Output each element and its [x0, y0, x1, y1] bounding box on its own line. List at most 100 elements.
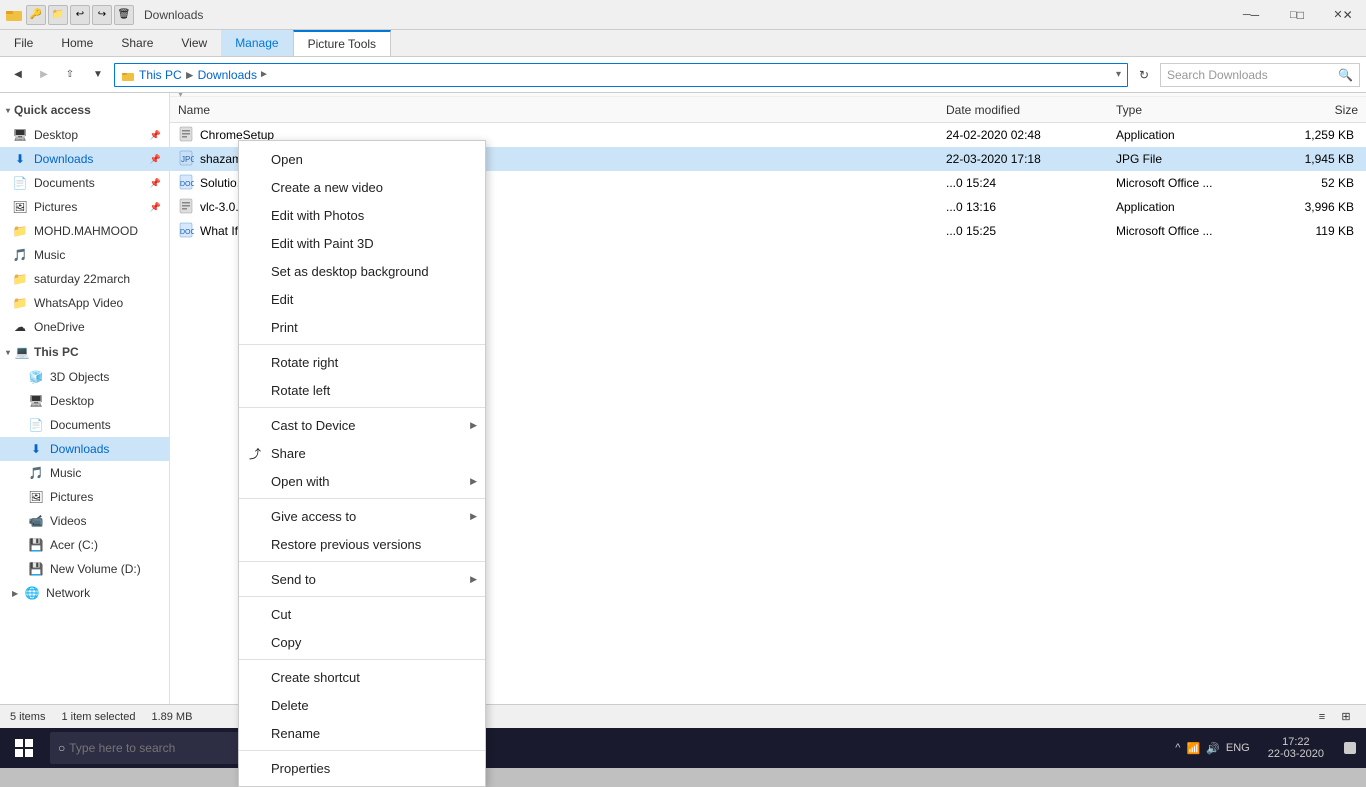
file-icon-shazam: JPG: [178, 150, 194, 169]
sidebar-item-whatsapp[interactable]: 📁 WhatsApp Video: [0, 291, 169, 315]
back-button[interactable]: ◀: [6, 63, 30, 87]
volume-icon[interactable]: 🔊: [1206, 742, 1220, 755]
cm-cut[interactable]: Cut: [239, 600, 485, 628]
minimize-button[interactable]: ─: [1228, 0, 1274, 30]
col-header-size[interactable]: Size: [1272, 103, 1362, 117]
taskbar-search[interactable]: ○ 🎤: [50, 732, 270, 764]
drive-d-icon: 💾: [28, 561, 44, 577]
refresh-button[interactable]: ↻: [1132, 63, 1156, 87]
sidebar-item-music2[interactable]: 🎵 Music: [0, 461, 169, 485]
sidebar-item-mohd[interactable]: 📁 MOHD.MAHMOOD: [0, 219, 169, 243]
sidebar-item-documents2[interactable]: 📄 Documents: [0, 413, 169, 437]
cm-rotate-left[interactable]: Rotate left: [239, 376, 485, 404]
tab-picture-tools[interactable]: Picture Tools: [293, 30, 391, 56]
sidebar-item-acerc[interactable]: 💾 Acer (C:): [0, 533, 169, 557]
sidebar-item-3dobjects[interactable]: 🧊 3D Objects: [0, 365, 169, 389]
sidebar-item-music[interactable]: 🎵 Music: [0, 243, 169, 267]
cm-open[interactable]: Open: [239, 145, 485, 173]
cm-copy[interactable]: Copy: [239, 628, 485, 656]
breadcrumb-thispc[interactable]: This PC: [139, 68, 182, 82]
recent-locations-button[interactable]: ▼: [86, 63, 110, 87]
nav-buttons: ◀ ▶ ⇧ ▼: [6, 63, 110, 87]
address-box[interactable]: This PC ► Downloads ► ▾: [114, 63, 1128, 87]
network-status-icon[interactable]: 📶: [1186, 742, 1200, 755]
col-header-type[interactable]: Type: [1112, 103, 1272, 117]
redo-btn[interactable]: ↪: [92, 5, 112, 25]
tab-file[interactable]: File: [0, 30, 47, 56]
sidebar-item-documents[interactable]: 📄 Documents 📌: [0, 171, 169, 195]
sidebar-item-network[interactable]: ▶ 🌐 Network: [0, 581, 169, 605]
sidebar-section-thispc[interactable]: ▾ 💻 This PC: [0, 339, 169, 365]
delete-btn[interactable]: 🗑: [114, 5, 134, 25]
tab-view[interactable]: View: [167, 30, 221, 56]
file-icon-chrome: [178, 126, 194, 145]
cm-give-access[interactable]: Give access to: [239, 502, 485, 530]
tab-manage[interactable]: Manage: [221, 30, 292, 56]
up-button[interactable]: ⇧: [58, 63, 82, 87]
notification-button[interactable]: [1334, 728, 1366, 768]
cm-print[interactable]: Print: [239, 313, 485, 341]
cm-edit[interactable]: Edit: [239, 285, 485, 313]
pin-icon: 📌: [150, 130, 161, 141]
cm-restore-versions[interactable]: Restore previous versions: [239, 530, 485, 558]
cm-open-with[interactable]: Open with: [239, 467, 485, 495]
tab-home[interactable]: Home: [47, 30, 107, 56]
cm-edit-paint3d[interactable]: Edit with Paint 3D: [239, 229, 485, 257]
start-button[interactable]: [0, 728, 48, 768]
address-dropdown[interactable]: ▾: [1116, 69, 1121, 80]
sidebar-section-quickaccess[interactable]: ▾ Quick access: [0, 97, 169, 123]
sidebar-item-desktop[interactable]: 🖥 Desktop 📌: [0, 123, 169, 147]
quick-access-toolbar: 🔑 📁 ↩ ↪ 🗑: [26, 5, 134, 25]
cm-properties[interactable]: Properties: [239, 754, 485, 782]
taskbar-search-input[interactable]: [69, 741, 239, 755]
path-dropdown[interactable]: ►: [259, 69, 269, 80]
cm-delete[interactable]: Delete: [239, 691, 485, 719]
col-header-name[interactable]: Name: [174, 103, 942, 117]
tab-share[interactable]: Share: [107, 30, 167, 56]
sidebar-item-desktop2[interactable]: 🖥 Desktop: [0, 389, 169, 413]
search-placeholder: Search Downloads: [1167, 68, 1268, 82]
cm-create-shortcut[interactable]: Create shortcut: [239, 663, 485, 691]
new-folder-btn[interactable]: 📁: [48, 5, 68, 25]
cm-cast-to-device[interactable]: Cast to Device: [239, 411, 485, 439]
search-icon[interactable]: 🔍: [1338, 68, 1353, 82]
window-title: Downloads: [144, 8, 1228, 22]
sidebar-item-videos[interactable]: 📹 Videos: [0, 509, 169, 533]
cm-create-video[interactable]: Create a new video: [239, 173, 485, 201]
cm-set-desktop-bg[interactable]: Set as desktop background: [239, 257, 485, 285]
pin-icon-doc: 📌: [150, 178, 161, 189]
breadcrumb-downloads[interactable]: Downloads: [198, 68, 257, 82]
quick-access-label: Quick access: [14, 103, 91, 117]
search-box[interactable]: Search Downloads 🔍: [1160, 63, 1360, 87]
cm-send-to[interactable]: Send to: [239, 565, 485, 593]
clock-date: 22-03-2020: [1268, 748, 1324, 760]
sidebar-item-pictures2[interactable]: 🖼 Pictures: [0, 485, 169, 509]
sidebar-item-newvol[interactable]: 💾 New Volume (D:): [0, 557, 169, 581]
undo-btn[interactable]: ↩: [70, 5, 90, 25]
col-header-date[interactable]: Date modified: [942, 103, 1112, 117]
cm-share[interactable]: ⤴ Share: [239, 439, 485, 467]
status-count: 5 items: [10, 711, 45, 723]
details-view-button[interactable]: ≡: [1312, 707, 1332, 727]
sidebar-item-saturday[interactable]: 📁 saturday 22march: [0, 267, 169, 291]
pictures-icon: 🖼: [12, 199, 28, 215]
taskbar-clock[interactable]: 17:22 22-03-2020: [1258, 728, 1334, 768]
statusbar: 5 items 1 item selected 1.89 MB ≡ ⊞: [0, 704, 1366, 728]
cm-edit-photos[interactable]: Edit with Photos: [239, 201, 485, 229]
ribbon-tabs: File Home Share View Manage Picture Tool…: [0, 30, 1366, 56]
file-icon-vlc: [178, 198, 194, 217]
sidebar-item-onedrive[interactable]: ☁ OneDrive: [0, 315, 169, 339]
sidebar-item-pictures[interactable]: 🖼 Pictures 📌: [0, 195, 169, 219]
sidebar-item-downloads[interactable]: ⬇ Downloads 📌: [0, 147, 169, 171]
cm-rotate-right[interactable]: Rotate right: [239, 348, 485, 376]
forward-button[interactable]: ▶: [32, 63, 56, 87]
chevron-icon[interactable]: ^: [1175, 742, 1180, 754]
maximize-button[interactable]: □: [1274, 0, 1320, 30]
properties-btn[interactable]: 🔑: [26, 5, 46, 25]
cm-rename[interactable]: Rename: [239, 719, 485, 747]
drive-c-icon: 💾: [28, 537, 44, 553]
close-button[interactable]: ✕: [1320, 0, 1366, 30]
sidebar-item-downloads2[interactable]: ⬇ Downloads: [0, 437, 169, 461]
large-icons-view-button[interactable]: ⊞: [1336, 707, 1356, 727]
lang-label[interactable]: ENG: [1226, 742, 1250, 754]
